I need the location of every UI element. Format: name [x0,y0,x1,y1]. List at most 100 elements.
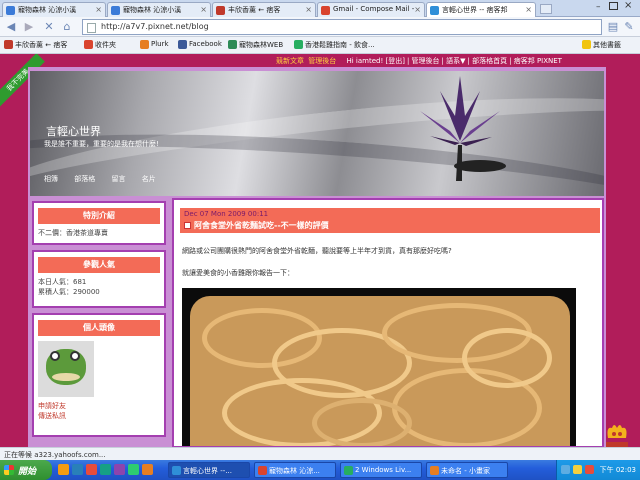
post-paragraph: 網路或公司團購很熱門的阿舍食堂外省乾麵，聽說要等上半年才到貨，真有那麼好吃嗎? [182,247,452,255]
today-label: 本日人氣： [38,278,73,286]
menu-blog[interactable]: 部落格 [74,175,95,183]
quicklaunch-icon[interactable] [72,464,83,475]
post-date: Dec 07 Mon 2009 00:11 [184,210,269,218]
new-tab-button[interactable] [540,4,552,14]
quicklaunch-icon[interactable] [128,464,139,475]
page-menu-icon[interactable]: ▤ [606,20,620,34]
address-bar[interactable]: http://a7v7.pixnet.net/blog [82,19,602,35]
start-button[interactable]: 開始 [0,460,52,480]
bookmark-icon [228,40,237,49]
tray-app-icon[interactable] [585,465,594,474]
tab-label: 言輕心世界 -- 痞客邦 [442,6,508,14]
network-icon[interactable] [561,465,570,474]
task-label: 未命名 - 小畫家 [441,467,490,475]
post-header: Dec 07 Mon 2009 00:11 阿舍食堂外省乾麵試吃--不一樣的評價 [180,208,600,233]
quicklaunch-icon[interactable] [114,464,125,475]
tab-favicon-icon [6,6,15,15]
box-title: 特別介紹 [38,208,160,224]
status-text: 正在等候 a323.yahoofs.com... [4,451,106,459]
post-title[interactable]: 阿舍食堂外省乾麵試吃--不一樣的評價 [184,220,329,231]
task-window[interactable]: 寵物森林 沁涼... [254,462,336,478]
logout-link[interactable]: Hi iamted! [登出] [346,57,404,65]
new-post-link[interactable]: 競新文章 [276,57,304,65]
pixnet-logo-icon[interactable] [602,420,632,450]
bookmark-item[interactable]: Plurk [140,40,169,49]
send-message-link[interactable]: 傳送私訊 [38,411,160,421]
quicklaunch-icon[interactable] [58,464,69,475]
task-label: 2 Windows Liv... [355,466,412,474]
task-icon [258,466,267,475]
bookmark-label: 香港鬆雞指南 - 飲食... [305,41,375,49]
menu-card[interactable]: 名片 [142,175,156,183]
tab-favicon-icon [216,6,225,15]
tab-strip: 寵物森林 沁涼小溪 × 寵物森林 沁涼小溪 × 丰欣香薰 ← 痞客 × Gmail -… [0,0,640,18]
add-friend-link[interactable]: 申請好友 [38,401,160,411]
minimize-icon[interactable]: – [596,2,601,12]
admin-link[interactable]: 管理後台 [308,57,336,65]
home-icon[interactable]: ⌂ [60,20,74,34]
start-label: 開始 [18,467,37,477]
quicklaunch-icon[interactable] [142,464,153,475]
avatar[interactable] [38,341,94,397]
dashboard-link[interactable]: 管理後台 [412,57,440,65]
bookmark-item[interactable]: 寵物森林WEB [228,40,283,50]
reload-icon[interactable]: ✕ [42,20,56,34]
wrench-icon[interactable]: ✎ [622,20,636,34]
volume-icon[interactable] [573,465,582,474]
system-tray: 下午 02:03 [556,460,640,480]
tab-1[interactable]: 寵物森林 沁涼小溪 × [2,2,106,17]
intro-text[interactable]: 不二價：香港茶道專賣 [34,224,164,242]
box-title: 參觀人氣 [38,257,160,273]
close-window-icon[interactable]: × [624,0,632,11]
close-tab-icon[interactable]: × [200,5,207,14]
bookmark-item[interactable]: Facebook [178,40,222,49]
other-bookmarks[interactable]: 其他書籤 [582,40,621,50]
tab-5-active[interactable]: 言輕心世界 -- 痞客邦 × [426,2,536,18]
bookmark-item[interactable]: 丰欣香薰 ← 痞客 [4,40,67,50]
total-count: 290000 [73,288,100,296]
blog-home-link[interactable]: 部落格首頁 [472,57,507,65]
bookmark-label: 收件夾 [95,41,116,49]
noodle-photo[interactable] [182,288,576,446]
blog-menu: 相簿 部落格 留言 名片 [44,174,170,184]
bookmark-icon [140,40,149,49]
clock[interactable]: 下午 02:03 [600,465,636,475]
task-chrome[interactable]: 言輕心世界 --... [168,462,250,478]
chrome-icon [172,466,181,475]
post-icon [184,222,191,229]
post-paragraph: 就讓愛美食的小香雞跟你報告一下： [182,269,294,277]
close-tab-icon[interactable]: × [95,5,102,14]
lotus-image [420,76,506,181]
quicklaunch-icon[interactable] [100,464,111,475]
windows-taskbar: 開始 言輕心世界 --... 寵物森林 沁涼... 2 Windows Liv.… [0,460,640,480]
box-title: 個人頭像 [38,320,160,336]
visitor-counts: 本日人氣：681 累積人氣：290000 [34,273,164,301]
messenger-icon [344,466,353,475]
task-paint[interactable]: 未命名 - 小畫家 [426,462,508,478]
tab-4[interactable]: Gmail - Compose Mail - × [317,2,425,17]
loading-icon [430,6,439,15]
back-arrow-icon[interactable]: ◀ [4,20,18,34]
maximize-icon[interactable] [609,2,618,10]
bookmark-item[interactable]: 香港鬆雞指南 - 飲食... [294,40,375,50]
quicklaunch-icon[interactable] [86,464,97,475]
close-tab-icon[interactable]: × [525,5,532,14]
menu-album[interactable]: 相簿 [44,175,58,183]
close-tab-icon[interactable]: × [414,5,421,14]
tab-3[interactable]: 丰欣香薰 ← 痞客 × [212,2,316,17]
bookmark-item[interactable]: 收件夾 [84,40,116,50]
bookmark-label: Plurk [151,40,169,48]
close-tab-icon[interactable]: × [305,5,312,14]
page-icon [87,23,96,33]
menu-guestbook[interactable]: 留言 [111,175,125,183]
pixnet-link[interactable]: 痞客邦 PIXNET [514,57,562,65]
task-messenger[interactable]: 2 Windows Liv... [340,462,422,478]
forward-arrow-icon[interactable]: ▶ [22,20,36,34]
post-title-text: 阿舍食堂外省乾麵試吃--不一樣的評價 [194,221,329,230]
tab-favicon-icon [111,6,120,15]
visitors-box: 參觀人氣 本日人氣：681 累積人氣：290000 [32,250,166,308]
site-title[interactable]: 言輕心世界 [46,123,101,139]
language-link[interactable]: 語系▼ [446,57,465,65]
total-label: 累積人氣： [38,288,73,296]
tab-2[interactable]: 寵物森林 沁涼小溪 × [107,2,211,17]
